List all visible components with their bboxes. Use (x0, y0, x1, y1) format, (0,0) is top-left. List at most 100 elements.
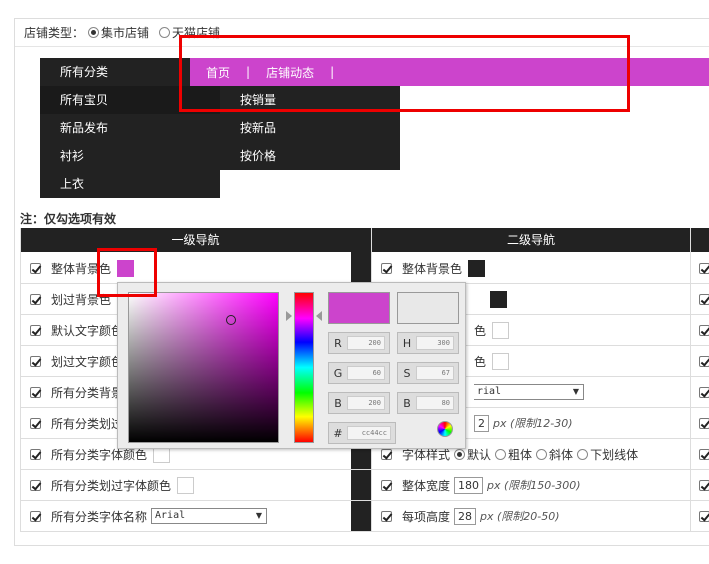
color-swatch[interactable] (177, 476, 195, 494)
color-swatch[interactable] (468, 259, 486, 277)
color-swatch[interactable] (492, 321, 510, 339)
hex-field[interactable]: # cc44cc (328, 422, 396, 444)
width-label: 整体宽度 (402, 478, 451, 493)
saturation-value-area[interactable] (128, 292, 279, 443)
hue-slider[interactable] (294, 292, 314, 443)
checkbox[interactable] (381, 479, 392, 491)
submenu-item[interactable]: 按新品 (220, 114, 400, 142)
level3-cell (699, 315, 709, 345)
level3-cell (699, 470, 709, 500)
checkbox[interactable] (30, 324, 41, 336)
checkbox[interactable] (699, 386, 709, 398)
checkbox[interactable] (699, 293, 709, 305)
submenu-item[interactable]: 按价格 (220, 142, 400, 170)
level3-cell (699, 501, 709, 531)
font-size-input[interactable]: 2 (474, 414, 489, 432)
color-wheel-icon[interactable] (437, 421, 453, 437)
row-label: 默认文字颜色 (51, 323, 124, 338)
checkbox[interactable] (699, 355, 709, 367)
blue-field[interactable]: B 200 (328, 392, 390, 414)
preview-category-item[interactable]: 上衣 (40, 170, 220, 198)
level1-cell: 所有分类划过 (30, 408, 123, 438)
hue-arrow-icon[interactable] (286, 311, 292, 321)
radio-style-label: 粗体 (508, 447, 533, 462)
level1-cell: 所有分类字体名称 Arial (30, 501, 268, 531)
row-label: 所有分类划过字体颜色 (51, 478, 172, 493)
checkbox[interactable] (699, 448, 709, 460)
checkbox[interactable] (30, 386, 41, 398)
row-label: 所有分类划过 (51, 416, 124, 431)
height-input[interactable]: 28 (454, 507, 477, 525)
preview-category-item[interactable]: 新品发布 (40, 114, 220, 142)
current-color-preview[interactable] (397, 292, 459, 324)
checkbox[interactable] (30, 479, 41, 491)
font-select[interactable]: rial (474, 384, 584, 400)
level1-cell: 所有分类背景 (30, 377, 123, 407)
level2-cell: 整体宽度 180 px (限制150-300) (381, 470, 581, 500)
row-label: 色 (474, 354, 487, 369)
highlight-box (97, 248, 157, 297)
level3-cell (699, 439, 709, 469)
row-label: 整体背景色 (402, 261, 463, 276)
row-label: 所有分类背景 (51, 385, 124, 400)
height-hint: px (限制20-50) (480, 510, 560, 523)
checkbox[interactable] (699, 417, 709, 429)
row-label: 色 (474, 323, 487, 338)
row-label: 划过文字颜色 (51, 354, 124, 369)
level1-cell: 所有分类划过字体颜色 (30, 470, 195, 500)
color-swatch[interactable] (490, 290, 507, 308)
brightness-field[interactable]: B 80 (397, 392, 459, 414)
hue-field[interactable]: H 300 (397, 332, 459, 354)
radio-style-underline[interactable] (577, 448, 589, 460)
checkbox[interactable] (381, 448, 392, 460)
new-color-preview (328, 292, 390, 324)
level3-cell (699, 346, 709, 376)
radio-market-shop[interactable] (88, 26, 100, 38)
color-cursor[interactable] (226, 315, 236, 325)
red-field[interactable]: R 200 (328, 332, 390, 354)
level1-cell: 划过文字颜色 (30, 346, 123, 376)
checkbox[interactable] (699, 262, 709, 274)
radio-style-label: 下划线体 (590, 447, 639, 462)
checkbox[interactable] (699, 479, 709, 491)
header-level3 (691, 228, 709, 252)
header-level1: 一级导航 (20, 228, 371, 252)
shop-type-label: 店铺类型： (24, 25, 85, 40)
radio-style-default[interactable] (454, 448, 466, 460)
radio-style-label: 斜体 (549, 447, 574, 462)
radio-market-shop-label: 集市店铺 (101, 25, 150, 40)
checkbox[interactable] (30, 417, 41, 429)
font-size-hint: px (限制12-30) (493, 417, 573, 430)
radio-style-bold[interactable] (495, 448, 507, 460)
checkbox[interactable] (30, 355, 41, 367)
checkbox[interactable] (381, 262, 392, 274)
level2-cell: 每项高度 28 px (限制20-50) (381, 501, 560, 531)
radio-style-italic[interactable] (536, 448, 548, 460)
checkbox[interactable] (699, 510, 709, 522)
table-row: 所有分类划过字体颜色 整体宽度 180 px (限制150-300) (20, 470, 709, 501)
checkbox[interactable] (30, 293, 41, 305)
note-text: 注：仅勾选项有效 (20, 212, 117, 226)
checkbox[interactable] (699, 324, 709, 336)
highlight-box (179, 35, 630, 112)
level3-cell (699, 377, 709, 407)
checkbox[interactable] (30, 262, 41, 274)
checkbox[interactable] (30, 448, 41, 460)
font-select[interactable]: Arial (151, 508, 268, 524)
level3-cell (699, 408, 709, 438)
width-input[interactable]: 180 (454, 476, 484, 494)
color-swatch[interactable] (492, 352, 510, 370)
radio-tmall-shop[interactable] (159, 26, 171, 38)
preview-category-item[interactable]: 衬衫 (40, 142, 220, 170)
header-level2: 二级导航 (372, 228, 690, 252)
green-field[interactable]: G 60 (328, 362, 390, 384)
row-label: 所有分类字体名称 (51, 509, 148, 524)
level3-cell (699, 284, 709, 314)
saturation-field[interactable]: S 67 (397, 362, 459, 384)
level3-cell (699, 253, 709, 283)
level1-cell: 默认文字颜色 (30, 315, 123, 345)
checkbox[interactable] (30, 510, 41, 522)
checkbox[interactable] (381, 510, 392, 522)
width-hint: px (限制150-300) (487, 479, 581, 492)
hue-arrow-icon[interactable] (316, 311, 322, 321)
